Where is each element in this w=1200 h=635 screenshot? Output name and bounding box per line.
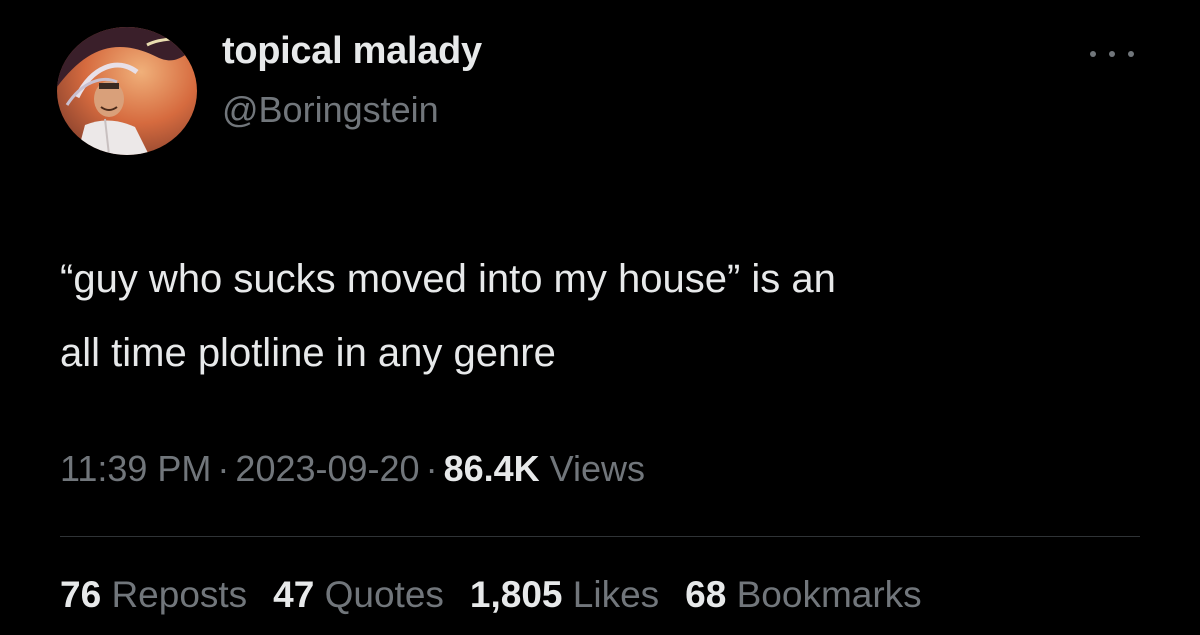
bookmarks-label: Bookmarks [736,574,922,615]
tweet-date[interactable]: 2023-09-20 [235,448,419,489]
meta-separator: · [217,448,230,489]
ellipsis-icon [1128,51,1134,57]
views-label: Views [549,448,646,489]
profile-photo-icon [57,27,197,155]
quotes-label: Quotes [324,574,444,615]
views-count: 86.4K [443,448,540,489]
quotes-count: 47 [273,574,315,615]
likes-stat[interactable]: 1,805 Likes [470,574,659,616]
bookmarks-count: 68 [685,574,727,615]
meta-separator: · [425,448,438,489]
engagement-stats: 76 Reposts 47 Quotes 1,805 Likes 68 Book… [60,574,922,616]
tweet-card: topical malady @Boringstein “guy who suc… [0,0,1200,635]
avatar[interactable] [57,27,197,155]
divider [60,536,1140,537]
tweet-meta: 11:39 PM · 2023-09-20 · 86.4K Views [60,448,645,490]
author-display-name[interactable]: topical malady [222,30,482,73]
ellipsis-icon [1109,51,1115,57]
likes-label: Likes [572,574,660,615]
tweet-time[interactable]: 11:39 PM [60,448,211,489]
author-handle[interactable]: @Boringstein [222,89,439,131]
more-options-button[interactable] [1090,44,1134,64]
reposts-label: Reposts [111,574,248,615]
reposts-stat[interactable]: 76 Reposts [60,574,247,616]
quotes-stat[interactable]: 47 Quotes [273,574,444,616]
ellipsis-icon [1090,51,1096,57]
reposts-count: 76 [60,574,102,615]
tweet-text: “guy who sucks moved into my house” is a… [60,257,836,375]
bookmarks-stat[interactable]: 68 Bookmarks [685,574,922,616]
likes-count: 1,805 [469,574,563,615]
